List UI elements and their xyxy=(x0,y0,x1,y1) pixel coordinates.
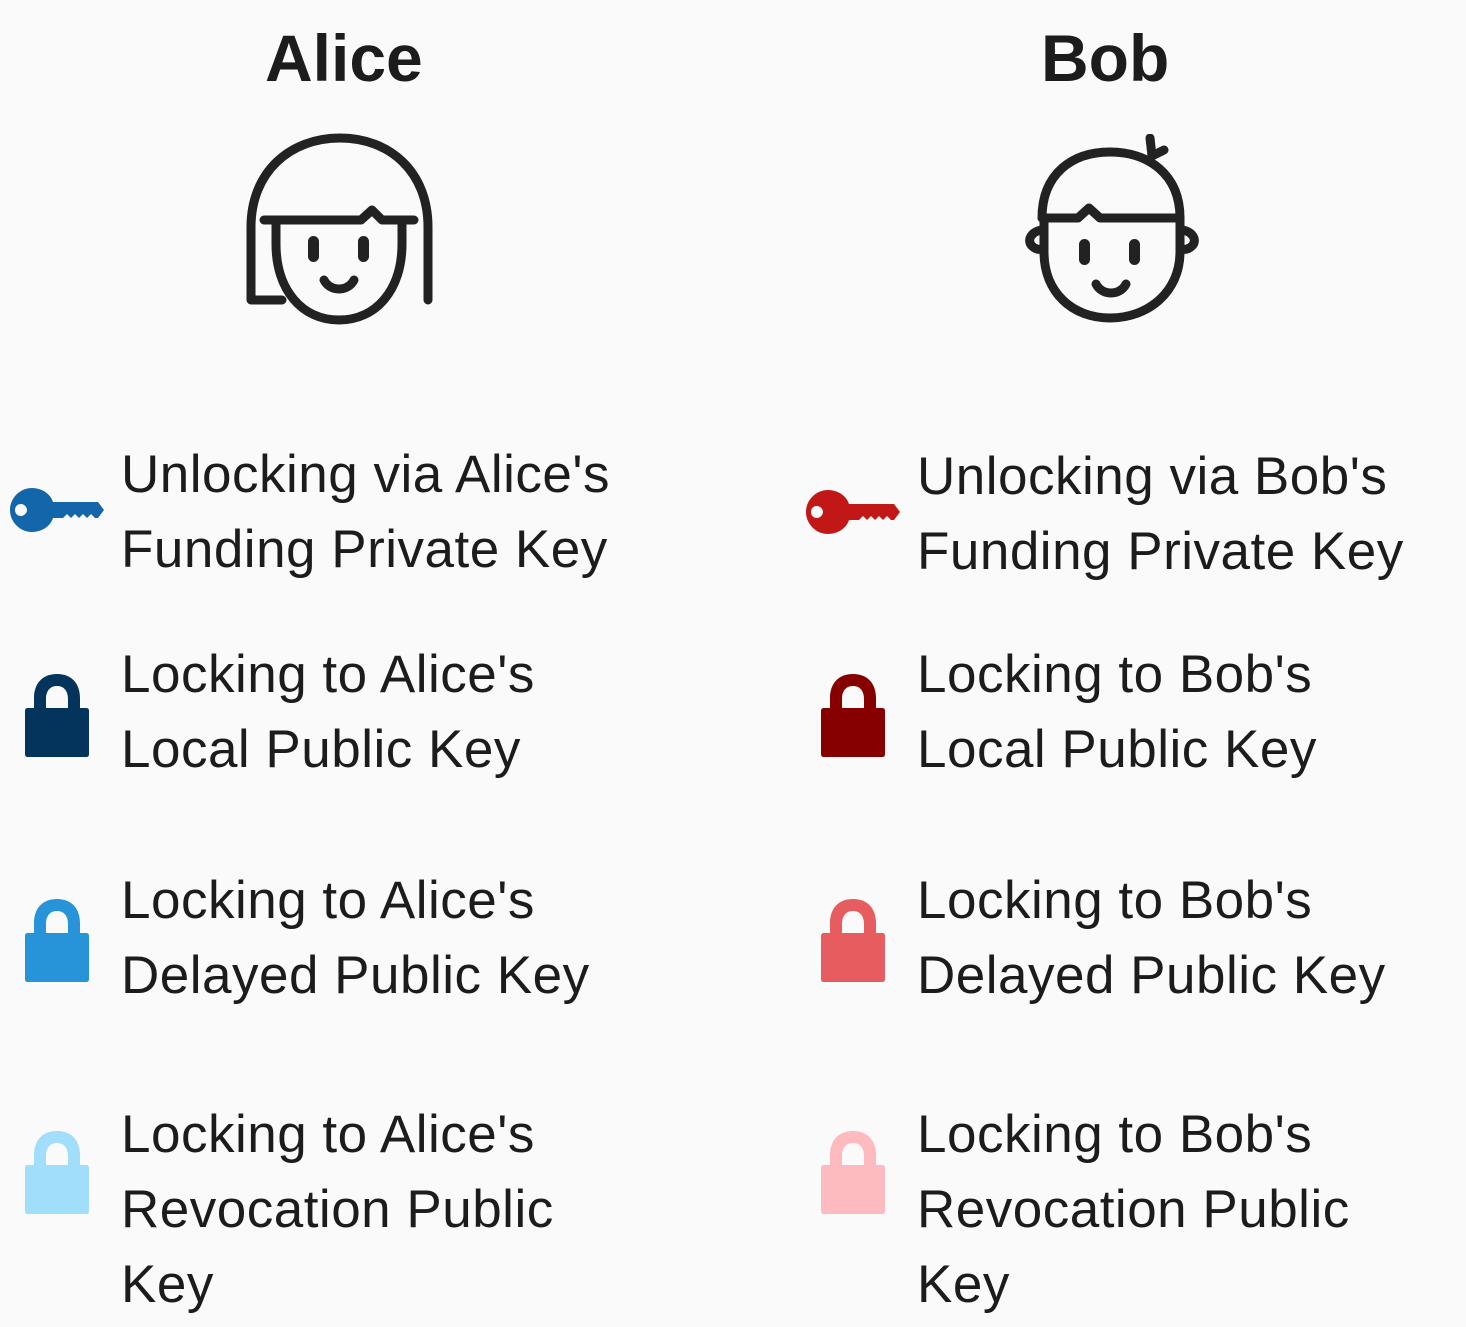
bob-name: Bob xyxy=(1041,21,1170,95)
alice-funding-key-icon xyxy=(10,488,104,532)
alice-delayed-label: Locking to Alice's Delayed Public Key xyxy=(121,871,590,1005)
bob-local-lock-icon xyxy=(821,674,885,757)
bob-local-label: Locking to Bob's Local Public Key xyxy=(917,645,1317,779)
alice-column: Alice Unlocking via Alice's Funding Priv… xyxy=(0,0,733,1327)
legend-item-alice-local: Locking to Alice's Local Public Key xyxy=(0,640,660,780)
legend-item-bob-delayed: Locking to Bob's Delayed Public Key xyxy=(796,866,1456,1006)
alice-avatar-icon xyxy=(246,133,433,325)
bob-delayed-lock-icon xyxy=(821,899,885,982)
alice-name: Alice xyxy=(265,21,423,95)
alice-revocation-lock-icon xyxy=(25,1131,89,1214)
alice-local-lock-icon xyxy=(25,674,89,757)
alice-revocation-label: Locking to Alice's Revocation Public Key xyxy=(121,1105,554,1314)
legend-item-alice-delayed: Locking to Alice's Delayed Public Key xyxy=(0,866,660,1006)
legend-item-bob-local: Locking to Bob's Local Public Key xyxy=(796,640,1456,780)
bob-avatar-icon xyxy=(1025,134,1199,323)
alice-funding-label: Unlocking via Alice's Funding Private Ke… xyxy=(121,445,611,579)
bob-revocation-lock-icon xyxy=(821,1131,885,1214)
bob-funding-key-icon xyxy=(806,490,900,534)
alice-delayed-lock-icon xyxy=(25,899,89,982)
bob-column: Bob Unlocking via Bob's Funding Private … xyxy=(796,0,1466,1327)
legend-item-bob-funding: Unlocking via Bob's Funding Private Key xyxy=(796,440,1456,581)
bob-revocation-label: Locking to Bob's Revocation Public Key xyxy=(917,1105,1350,1314)
bob-funding-label: Unlocking via Bob's Funding Private Key xyxy=(917,447,1404,581)
legend-item-alice-funding: Unlocking via Alice's Funding Private Ke… xyxy=(0,440,660,580)
alice-local-label: Locking to Alice's Local Public Key xyxy=(121,645,535,779)
legend-item-bob-revocation: Locking to Bob's Revocation Public Key xyxy=(796,1100,1456,1320)
bob-delayed-label: Locking to Bob's Delayed Public Key xyxy=(917,871,1386,1005)
legend-item-alice-revocation: Locking to Alice's Revocation Public Key xyxy=(0,1100,660,1320)
